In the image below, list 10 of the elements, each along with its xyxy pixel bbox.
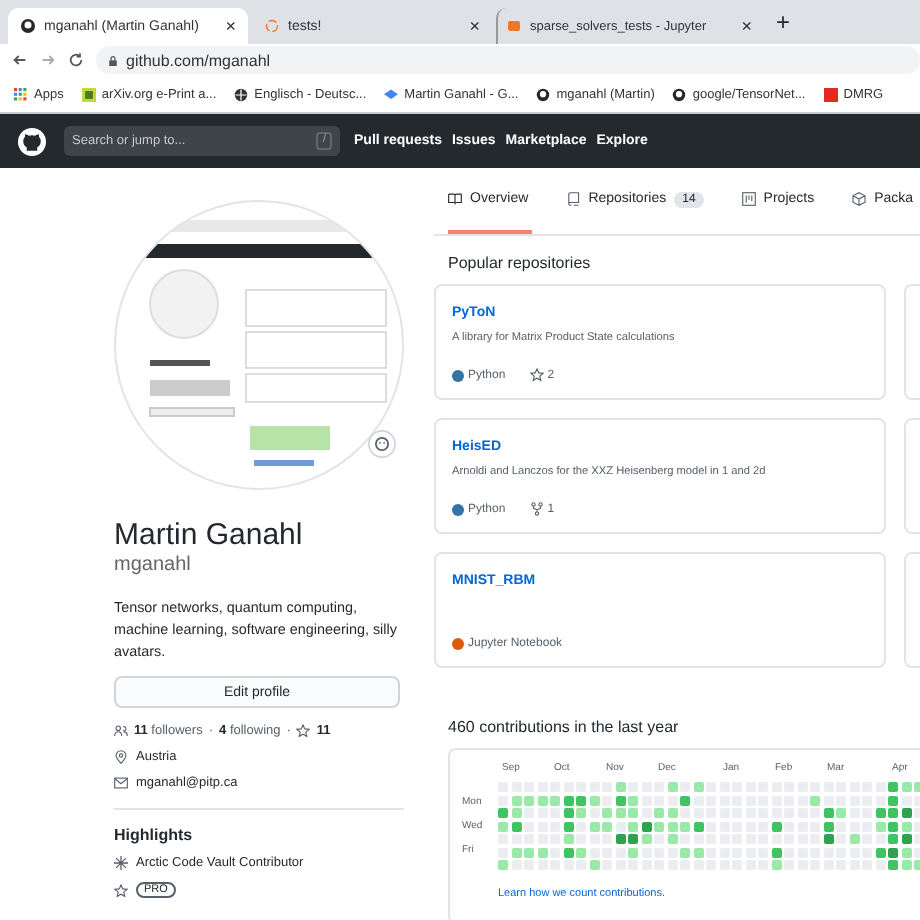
close-icon[interactable]: × (225, 16, 236, 36)
contributions-heading: 460 contributions in the last year (448, 718, 681, 736)
close-icon[interactable]: × (741, 16, 752, 36)
username: mganahl (114, 554, 193, 576)
close-icon[interactable]: × (469, 16, 480, 36)
profile-name: Martin Ganahl (114, 518, 305, 552)
new-tab-button[interactable]: + (764, 8, 803, 36)
address-bar[interactable]: github.com/mganahl (96, 46, 920, 74)
highlights-heading: Highlights (114, 826, 195, 844)
section-heading: Popular repositories (448, 254, 593, 272)
